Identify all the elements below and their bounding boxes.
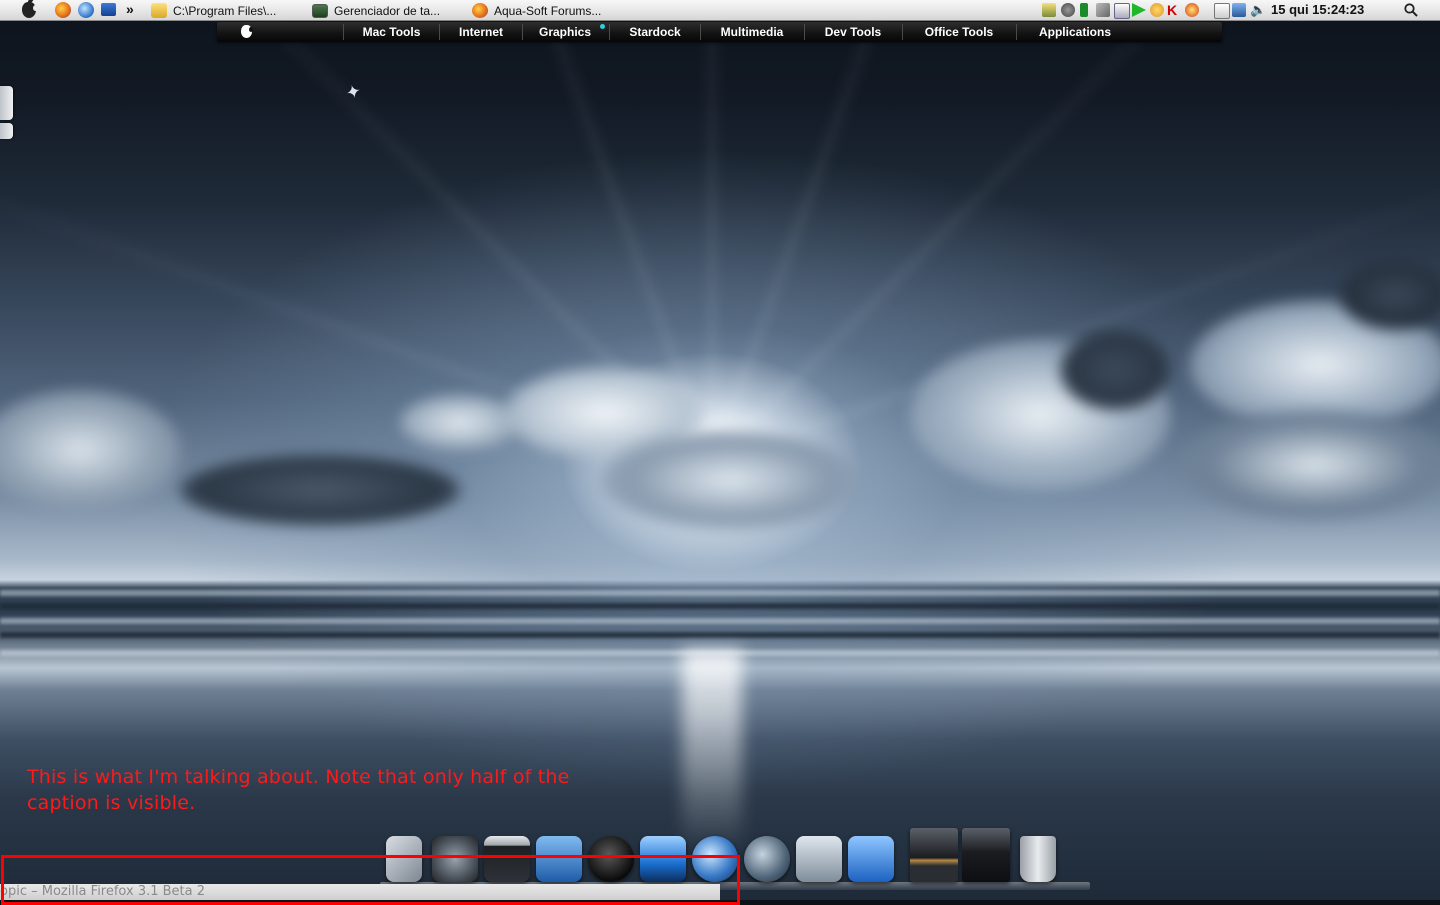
wave <box>0 603 1440 609</box>
launcher-menu-bar: Mac Tools Internet Graphics Stardock Mul… <box>217 22 1222 42</box>
wave <box>0 590 1440 596</box>
launcher-item-applications[interactable]: Applications <box>1017 22 1133 42</box>
taskbar-item-firefox[interactable]: Aqua-Soft Forums... <box>472 0 601 21</box>
launcher-item-internet[interactable]: Internet <box>440 22 522 42</box>
cloud <box>0 390 180 510</box>
annotation-text: This is what I'm talking about. Note tha… <box>27 766 570 814</box>
tools-icon[interactable] <box>1096 3 1110 17</box>
notification-dot <box>600 24 605 29</box>
antivirus-icon[interactable]: K <box>1167 3 1181 17</box>
task-manager-icon <box>312 3 328 18</box>
sun-reflection <box>682 650 742 850</box>
apple-menu[interactable] <box>22 2 38 18</box>
quicklaunch-overflow[interactable]: » <box>126 1 134 17</box>
menubar-clock[interactable]: 15 qui 15:24:23 <box>1271 2 1364 17</box>
launcher-item-mac-tools[interactable]: Mac Tools <box>344 22 439 42</box>
display-icon[interactable] <box>1232 3 1246 17</box>
launcher-item-graphics[interactable]: Graphics <box>523 22 607 42</box>
drawer-tab[interactable] <box>0 123 13 139</box>
search-icon[interactable] <box>1404 3 1418 17</box>
play-icon[interactable] <box>1132 3 1146 17</box>
wave <box>0 618 1440 624</box>
task-label: C:\Program Files\... <box>173 3 277 18</box>
highlight-box <box>1 855 740 905</box>
sun-ray <box>710 0 714 464</box>
firefox-icon <box>472 3 488 18</box>
chat-icon[interactable] <box>1185 3 1199 17</box>
cloud <box>1340 260 1440 330</box>
rss-icon[interactable] <box>848 836 894 882</box>
launcher-item-dev-tools[interactable]: Dev Tools <box>805 22 901 42</box>
folder-icon <box>151 3 167 18</box>
apple-icon <box>22 2 38 18</box>
launcher-item-multimedia[interactable]: Multimedia <box>701 22 803 42</box>
window-icon[interactable] <box>962 828 1010 882</box>
launcher-item-office-tools[interactable]: Office Tools <box>903 22 1015 42</box>
task-label: Gerenciador de ta... <box>334 3 441 18</box>
desktop-icon[interactable] <box>101 3 116 16</box>
wave <box>0 632 1440 638</box>
drawer-tab[interactable] <box>0 86 13 120</box>
cloud <box>1060 330 1170 410</box>
top-menubar: » C:\Program Files\... Gerenciador de ta… <box>0 0 1440 21</box>
volume-icon[interactable]: 🔈 <box>1250 3 1266 17</box>
thunderbird-icon[interactable] <box>744 836 790 882</box>
trash-icon[interactable] <box>1020 836 1056 882</box>
task-label: Aqua-Soft Forums... <box>494 3 602 18</box>
settings-icon[interactable] <box>1061 3 1075 17</box>
clipboard-icon[interactable] <box>1214 3 1230 19</box>
cloud <box>400 395 520 450</box>
shield-icon[interactable] <box>1114 3 1130 19</box>
cloud <box>180 455 460 525</box>
battery-icon[interactable] <box>1080 3 1088 17</box>
browser-icon[interactable] <box>78 2 94 18</box>
cloud <box>600 430 860 530</box>
launcher-item-stardock[interactable]: Stardock <box>610 22 700 42</box>
taskbar-item-explorer[interactable]: C:\Program Files\... <box>151 0 276 21</box>
mail-icon[interactable] <box>796 836 842 882</box>
apple-icon[interactable] <box>241 25 253 38</box>
seagull: ✦ <box>343 80 364 104</box>
network-status-icon[interactable] <box>1042 3 1056 17</box>
taskbar-item-task-manager[interactable]: Gerenciador de ta... <box>312 0 440 21</box>
cloud <box>1180 410 1440 520</box>
messenger-icon[interactable] <box>1150 3 1164 17</box>
firefox-icon[interactable] <box>55 2 71 18</box>
drawer-icon[interactable] <box>910 828 958 882</box>
